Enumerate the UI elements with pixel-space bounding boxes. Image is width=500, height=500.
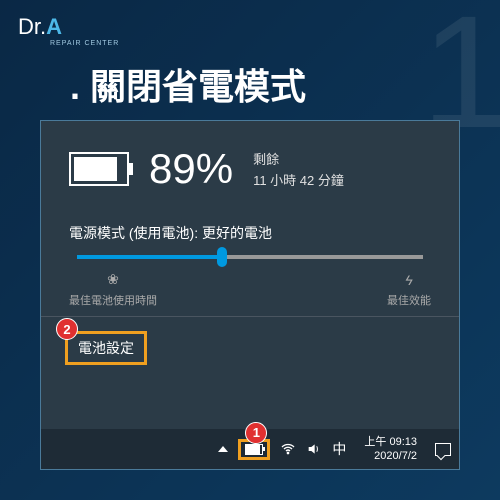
title-bullet: . — [70, 66, 80, 107]
screenshot-window: 89% 剩餘 11 小時 42 分鐘 電源模式 (使用電池): 更好的電池 ❀ … — [40, 120, 460, 470]
brand-logo: Dr.A — [18, 14, 62, 40]
tray-overflow-button[interactable] — [218, 446, 228, 452]
slider-active-track — [77, 255, 222, 259]
slider-left-end: ❀ 最佳電池使用時間 — [69, 271, 157, 308]
battery-tray-highlight[interactable]: 1 — [238, 439, 270, 460]
battery-flyout-panel: 89% 剩餘 11 小時 42 分鐘 電源模式 (使用電池): 更好的電池 ❀ … — [41, 121, 459, 365]
battery-remaining: 剩餘 11 小時 42 分鐘 — [253, 149, 344, 189]
battery-percent: 89% — [149, 145, 233, 193]
remaining-time: 11 小時 42 分鐘 — [253, 170, 344, 189]
logo-mark: A — [46, 14, 62, 39]
battery-tray-fill — [246, 445, 260, 454]
clock-date: 2020/7/2 — [374, 449, 417, 463]
taskbar-clock[interactable]: 上午 09:13 2020/7/2 — [364, 435, 417, 464]
slider-right-end: ϟ 最佳效能 — [387, 272, 431, 308]
bolt-icon: ϟ — [405, 272, 412, 288]
battery-tray-icon — [245, 444, 263, 455]
ime-indicator[interactable]: 中 — [332, 439, 346, 459]
leaf-icon: ❀ — [107, 271, 119, 288]
system-tray: 1 中 — [218, 439, 346, 460]
remaining-label: 剩餘 — [253, 149, 344, 168]
sound-tray-icon[interactable] — [306, 441, 322, 457]
battery-fill-level — [74, 157, 117, 181]
action-center-icon[interactable] — [435, 443, 451, 456]
best-battery-label: 最佳電池使用時間 — [69, 292, 157, 308]
callout-badge-2: 2 — [56, 318, 78, 340]
callout-badge-1: 1 — [245, 422, 267, 444]
best-performance-label: 最佳效能 — [387, 292, 431, 308]
divider — [41, 316, 459, 317]
clock-time: 上午 09:13 — [364, 435, 417, 449]
power-mode-slider[interactable] — [77, 255, 423, 259]
power-mode-label: 電源模式 (使用電池): 更好的電池 — [69, 223, 431, 243]
slider-thumb[interactable] — [217, 247, 227, 267]
logo-prefix: Dr. — [18, 14, 46, 39]
taskbar: 1 中 上午 09:13 2020/7/2 — [41, 429, 459, 469]
slider-labels-row: ❀ 最佳電池使用時間 ϟ 最佳效能 — [69, 271, 431, 308]
settings-link-text: 電池設定 — [78, 340, 134, 356]
title-text: 關閉省電模式 — [90, 66, 306, 107]
logo-subtitle: REPAIR CENTER — [50, 40, 119, 47]
battery-settings-link[interactable]: 2 電池設定 — [65, 331, 147, 365]
battery-icon — [69, 152, 129, 186]
battery-status-row: 89% 剩餘 11 小時 42 分鐘 — [69, 145, 431, 193]
page-title: .關閉省電模式 — [70, 58, 306, 110]
wifi-tray-icon[interactable] — [280, 441, 296, 457]
chevron-up-icon — [218, 446, 228, 452]
